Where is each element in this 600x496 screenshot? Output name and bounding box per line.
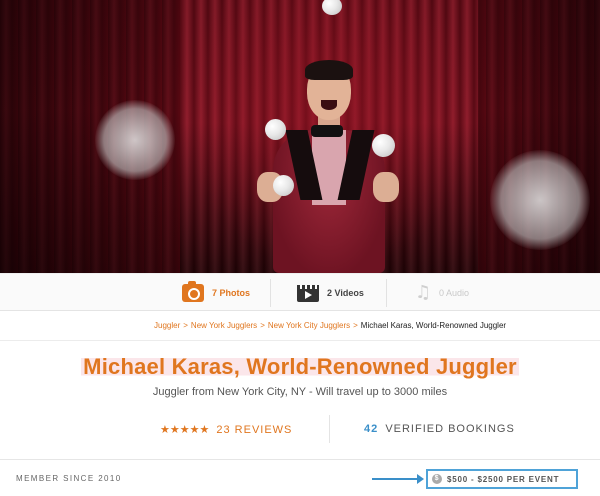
breadcrumb-separator: > [260, 321, 265, 330]
breadcrumb-link-new-york-city-jugglers[interactable]: New York City Jugglers [268, 321, 350, 330]
dollar-coin-icon: $ [432, 474, 442, 484]
bokeh-light-right [490, 150, 590, 250]
breadcrumb-current: Michael Karas, World-Renowned Juggler [360, 321, 507, 330]
mouth [321, 100, 337, 110]
breadcrumb-link-new-york-jugglers[interactable]: New York Jugglers [191, 321, 257, 330]
reviews-label: 23 REVIEWS [216, 424, 293, 436]
bokeh-light-left [95, 100, 175, 180]
juggling-ball [265, 119, 286, 140]
media-divider [386, 279, 387, 307]
music-note-icon: ♫ [415, 282, 432, 303]
audio-tab[interactable]: ♫ 0 Audio [415, 274, 469, 312]
media-tabs: 7 Photos 2 Videos ♫ 0 Audio [0, 273, 600, 311]
page-title-wrap: Michael Karas, World-Renowned Juggler [0, 354, 600, 384]
juggling-ball [273, 175, 294, 196]
page-subtitle: Juggler from New York City, NY - Will tr… [152, 386, 448, 398]
breadcrumb-separator: > [183, 321, 188, 330]
breadcrumb: Juggler > New York Jugglers > New York C… [0, 311, 600, 341]
video-clapper-icon [297, 284, 319, 302]
media-divider [270, 279, 271, 307]
arrow-right-icon [372, 474, 424, 484]
videos-tab[interactable]: 2 Videos [297, 274, 364, 312]
stats-row: ★★★★★ 23 REVIEWS 42 VERIFIED BOOKINGS [0, 415, 600, 445]
juggler-figure [255, 60, 405, 273]
verified-bookings: 42 VERIFIED BOOKINGS [364, 423, 515, 435]
juggling-ball [372, 134, 395, 157]
member-since: MEMBER SINCE 2010 [16, 474, 122, 483]
breadcrumb-link-juggler[interactable]: Juggler [154, 321, 180, 330]
bookings-label: VERIFIED BOOKINGS [385, 423, 515, 435]
stats-divider [329, 415, 330, 443]
breadcrumb-separator: > [353, 321, 358, 330]
videos-label: 2 Videos [327, 288, 364, 298]
photos-tab[interactable]: 7 Photos [182, 274, 250, 312]
star-rating-icon: ★★★★★ [160, 423, 210, 436]
profile-footer: MEMBER SINCE 2010 $ $500 - $2500 PER EVE… [0, 459, 600, 496]
hero-image [0, 0, 600, 273]
camera-icon [182, 281, 204, 302]
bookings-count: 42 [364, 423, 379, 435]
bowtie [311, 125, 343, 137]
price-range: $500 - $2500 PER EVENT [447, 474, 560, 484]
hand-right [373, 172, 399, 202]
reviews-link[interactable]: ★★★★★ 23 REVIEWS [160, 423, 292, 436]
page-title: Michael Karas, World-Renowned Juggler [81, 354, 519, 379]
photos-label: 7 Photos [212, 288, 251, 298]
audio-label: 0 Audio [439, 288, 470, 298]
price-range-box: $ $500 - $2500 PER EVENT [426, 469, 578, 489]
hair [305, 60, 353, 80]
